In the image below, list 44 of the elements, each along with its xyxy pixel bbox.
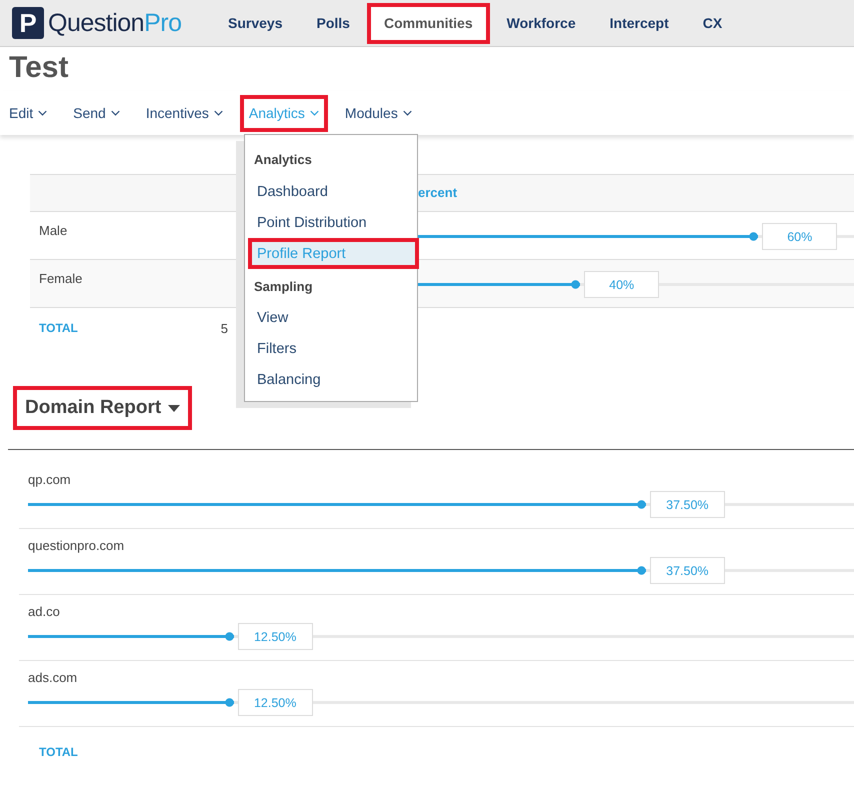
heading-text: Domain Report [25, 397, 162, 419]
logo-wordmark: QuestionPro [48, 8, 182, 38]
nav-tab[interactable]: Communities [366, 2, 490, 44]
chevron-down-icon [402, 110, 412, 116]
menu-tab[interactable]: Send [64, 94, 129, 132]
caret-down-icon [168, 404, 180, 412]
percent-label: 12.50% [238, 623, 313, 650]
row-label: qp.com [28, 472, 72, 489]
row-label: Female [38, 270, 84, 288]
nav-tab[interactable]: CX [686, 2, 740, 44]
total-count: 5 [220, 320, 229, 336]
row-label: questionpro.com [28, 538, 126, 555]
menu-item[interactable]: Point Distribution [248, 207, 419, 238]
row-label: Male [38, 222, 68, 240]
menu-item[interactable]: Filters [248, 333, 419, 364]
chevron-down-icon [310, 110, 319, 116]
nav-tab[interactable]: Intercept [592, 2, 686, 44]
nav-tab[interactable]: Surveys [211, 2, 300, 44]
nav-tab[interactable]: Workforce [490, 2, 593, 44]
chevron-down-icon [38, 110, 48, 116]
percent-label: 40% [584, 271, 660, 298]
menu-tab[interactable]: Incentives [136, 94, 232, 132]
row-label: ads.com [28, 670, 78, 687]
nav-tab[interactable]: Polls [299, 2, 367, 44]
total-label: TOTAL [38, 745, 78, 759]
total-label: TOTAL [38, 321, 79, 335]
section-heading[interactable]: Domain Report [13, 386, 192, 430]
menu-tab[interactable]: Edit [0, 94, 56, 132]
page-title: Test [8, 50, 70, 86]
menu-item[interactable]: View [248, 302, 419, 333]
row-label: ad.co [28, 604, 61, 621]
menu-tab[interactable]: Modules [336, 94, 421, 132]
menu-item[interactable]: Balancing [248, 364, 419, 395]
percent-label: 37.50% [650, 491, 725, 518]
percent-label: 37.50% [650, 557, 725, 584]
chevron-down-icon [110, 110, 120, 116]
percent-label: 12.50% [238, 689, 313, 716]
logo-icon: P [12, 7, 44, 39]
menu-item[interactable]: Dashboard [248, 176, 419, 207]
chevron-down-icon [214, 110, 223, 116]
percent-label: 60% [762, 223, 838, 250]
column-header: ercent [418, 185, 458, 200]
menu-section-header: Sampling [253, 278, 314, 296]
menu-section-header: Analytics [253, 151, 313, 169]
